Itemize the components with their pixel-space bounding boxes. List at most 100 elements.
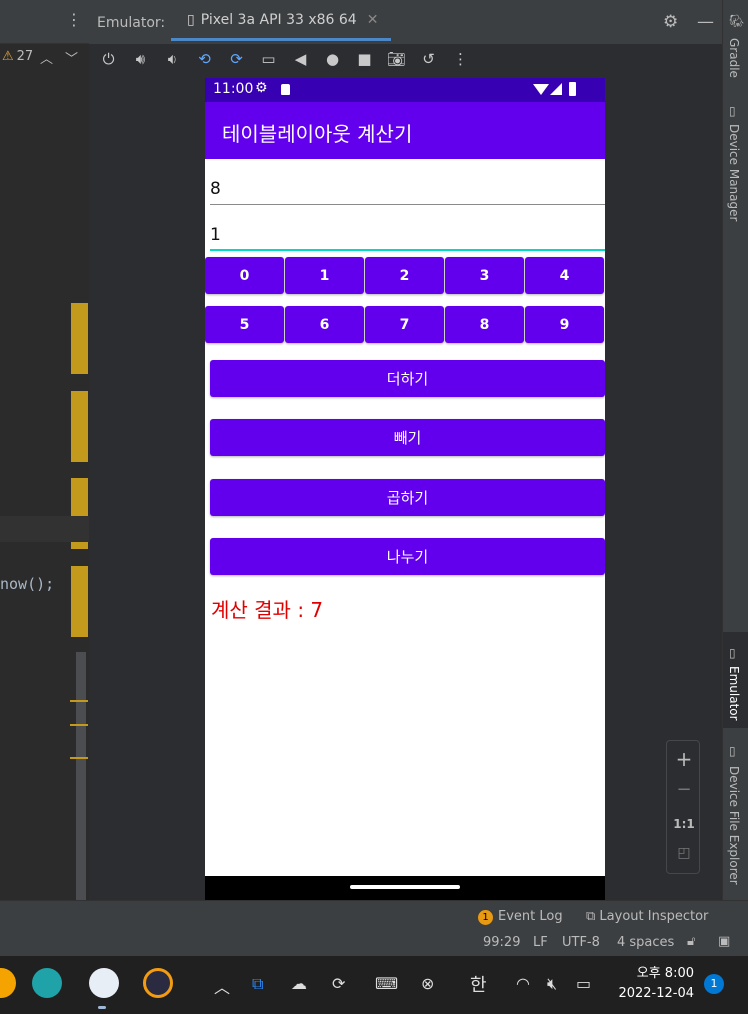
camera-icon[interactable]: 📷︎ <box>385 48 408 70</box>
tool-window-bar: 1 Event Log ⧉ Layout Inspector <box>0 900 748 932</box>
back-icon[interactable]: ◀ <box>289 48 312 70</box>
device-tab-label: Pixel 3a API 33 x86 64 <box>200 12 357 28</box>
device-icon: ▯ <box>187 12 195 28</box>
close-tab-icon[interactable]: ✕ <box>367 12 379 28</box>
number-input-2[interactable]: 1 <box>210 215 605 251</box>
gear-icon[interactable]: ⚙ <box>663 12 678 32</box>
digit-button-6[interactable]: 6 <box>285 306 364 343</box>
clock[interactable]: 오후 8:00 2022-12-04 <box>612 964 694 1004</box>
file-encoding[interactable]: UTF-8 <box>562 935 600 950</box>
number-input-1[interactable]: 8 <box>210 169 605 205</box>
editor-scrollbar[interactable] <box>76 652 86 900</box>
digit-button-1[interactable]: 1 <box>285 257 364 294</box>
zoom-actual-size-button[interactable]: 1:1 <box>667 817 701 831</box>
home-icon[interactable]: ● <box>321 48 344 70</box>
android-nav-bar <box>205 876 605 900</box>
ime-indicator[interactable]: 한 <box>470 971 487 997</box>
more-options-icon[interactable]: ⋮ <box>449 48 472 70</box>
sync-icon[interactable]: ⟳ <box>332 974 345 993</box>
clock-date: 2022-12-04 <box>618 986 694 1001</box>
home-gesture-handle[interactable] <box>350 885 460 889</box>
app-title: 테이블레이아웃 계산기 <box>222 122 413 146</box>
volume-mute-icon[interactable]: 🔇︎ <box>547 974 557 994</box>
previous-warning-icon[interactable]: ︿ <box>40 48 53 67</box>
digit-button-7[interactable]: 7 <box>365 306 444 343</box>
warning-icon: ⚠ <box>2 49 14 64</box>
volume-up-icon[interactable]: 🔊︎ <box>129 48 152 70</box>
lock-icon[interactable]: 🔓︎ <box>687 934 695 949</box>
fit-screen-icon[interactable]: ◰ <box>667 845 701 861</box>
power-icon[interactable]: ⏻ <box>97 48 120 70</box>
battery-tray-icon[interactable]: ▭ <box>576 974 591 993</box>
eclipse-icon[interactable] <box>143 968 173 998</box>
emulator-tool-tab[interactable]: Emulator <box>727 666 741 721</box>
layout-inspector-button[interactable]: ⧉ Layout Inspector <box>586 909 708 924</box>
next-warning-icon[interactable]: ﹀ <box>65 48 78 67</box>
change-marker <box>71 566 88 637</box>
digit-row-1: 0 1 2 3 4 <box>205 257 605 294</box>
scroll-marker <box>70 757 88 759</box>
digit-button-8[interactable]: 8 <box>445 306 524 343</box>
event-log-button[interactable]: 1 Event Log <box>478 909 563 925</box>
sd-card-icon <box>281 84 290 95</box>
wifi-tray-icon[interactable]: ◠ <box>516 974 530 993</box>
code-line[interactable]: now(); <box>0 575 54 593</box>
digit-button-4[interactable]: 4 <box>525 257 604 294</box>
digit-button-2[interactable]: 2 <box>365 257 444 294</box>
digit-button-5[interactable]: 5 <box>205 306 284 343</box>
emulator-tab-bar: Emulator: ▯ Pixel 3a API 33 x86 64 ✕ ⚙ — <box>89 0 722 44</box>
notifications-icon[interactable]: ▣ <box>718 934 730 949</box>
editor-tab-strip: ⋮ <box>0 0 89 44</box>
emulator-toolbar: ⏻ 🔊︎ 🔉︎ ⟲ ⟳ ▭ ◀ ● ■ 📷︎ ↺ ⋮ <box>89 44 722 74</box>
digit-row-2: 5 6 7 8 9 <box>205 306 605 343</box>
zoom-in-button[interactable]: + <box>667 747 701 771</box>
app-bar: 테이블레이아웃 계산기 <box>205 102 605 159</box>
wifi-icon <box>533 84 549 95</box>
overview-icon[interactable]: ■ <box>353 48 376 70</box>
rotate-right-icon[interactable]: ⟳ <box>225 48 248 70</box>
indent-setting[interactable]: 4 spaces <box>617 935 674 950</box>
device-file-explorer-tool-tab[interactable]: Device File Explorer <box>727 766 741 885</box>
more-icon[interactable]: ⋮ <box>66 12 82 28</box>
cursor-position[interactable]: 99:29 <box>483 935 520 950</box>
screen: ⋮ ⚠ 27 ︿ ﹀ now(); Emulator: ▯ Pixel 3a A… <box>0 0 748 1014</box>
line-separator[interactable]: LF <box>533 935 548 950</box>
fold-icon[interactable]: ▭ <box>257 48 280 70</box>
notification-badge[interactable]: 1 <box>704 974 724 994</box>
ide-status-bar: 99:29 LF UTF-8 4 spaces 🔓︎ ▣ <box>0 932 748 956</box>
digit-button-9[interactable]: 9 <box>525 306 604 343</box>
volume-down-icon[interactable]: 🔉︎ <box>161 48 184 70</box>
event-count-badge: 1 <box>478 910 493 925</box>
app-icon-partial[interactable] <box>0 968 16 998</box>
change-marker <box>71 391 88 462</box>
device-manager-tool-tab[interactable]: Device Manager <box>727 124 741 221</box>
result-text: 계산 결과 : 7 <box>211 598 324 622</box>
android-studio-icon[interactable] <box>89 968 119 998</box>
clock-time: 오후 8:00 <box>636 966 694 981</box>
gradle-tool-tab[interactable]: Gradle <box>727 38 741 78</box>
minimize-icon[interactable]: — <box>697 12 714 32</box>
cloud-off-icon[interactable]: ☁ <box>291 974 307 993</box>
rotate-left-icon[interactable]: ⟲ <box>193 48 216 70</box>
number-input-2-value: 1 <box>210 225 221 245</box>
crop-icon[interactable]: ⧉ <box>252 974 263 994</box>
signal-icon <box>550 83 562 95</box>
app-icon-teal[interactable] <box>32 968 62 998</box>
device-tab[interactable]: ▯ Pixel 3a API 33 x86 64 ✕ <box>187 12 378 28</box>
emulator-tool-icon: ▯ <box>729 646 736 660</box>
device-manager-icon: ▯ <box>729 104 736 118</box>
snapshot-icon[interactable]: ↺ <box>417 48 440 70</box>
digit-button-0[interactable]: 0 <box>205 257 284 294</box>
close-circle-icon[interactable]: ⊗ <box>421 974 434 993</box>
subtract-button[interactable]: 빼기 <box>210 419 605 456</box>
chevron-up-icon[interactable]: ︿ <box>214 974 230 998</box>
zoom-out-button[interactable]: − <box>667 779 701 800</box>
multiply-button[interactable]: 곱하기 <box>210 479 605 516</box>
keyboard-icon[interactable]: ⌨ <box>375 974 398 993</box>
add-button[interactable]: 더하기 <box>210 360 605 397</box>
digit-button-3[interactable]: 3 <box>445 257 524 294</box>
device-file-explorer-icon: ▯ <box>729 744 736 758</box>
windows-taskbar: ︿ ⧉ ☁ ⟳ ⌨ ⊗ 한 ◠ 🔇︎ ▭ 오후 8:00 2022-12-04 … <box>0 956 748 1014</box>
divide-button[interactable]: 나누기 <box>210 538 605 575</box>
warning-indicator[interactable]: ⚠ 27 <box>2 49 33 64</box>
